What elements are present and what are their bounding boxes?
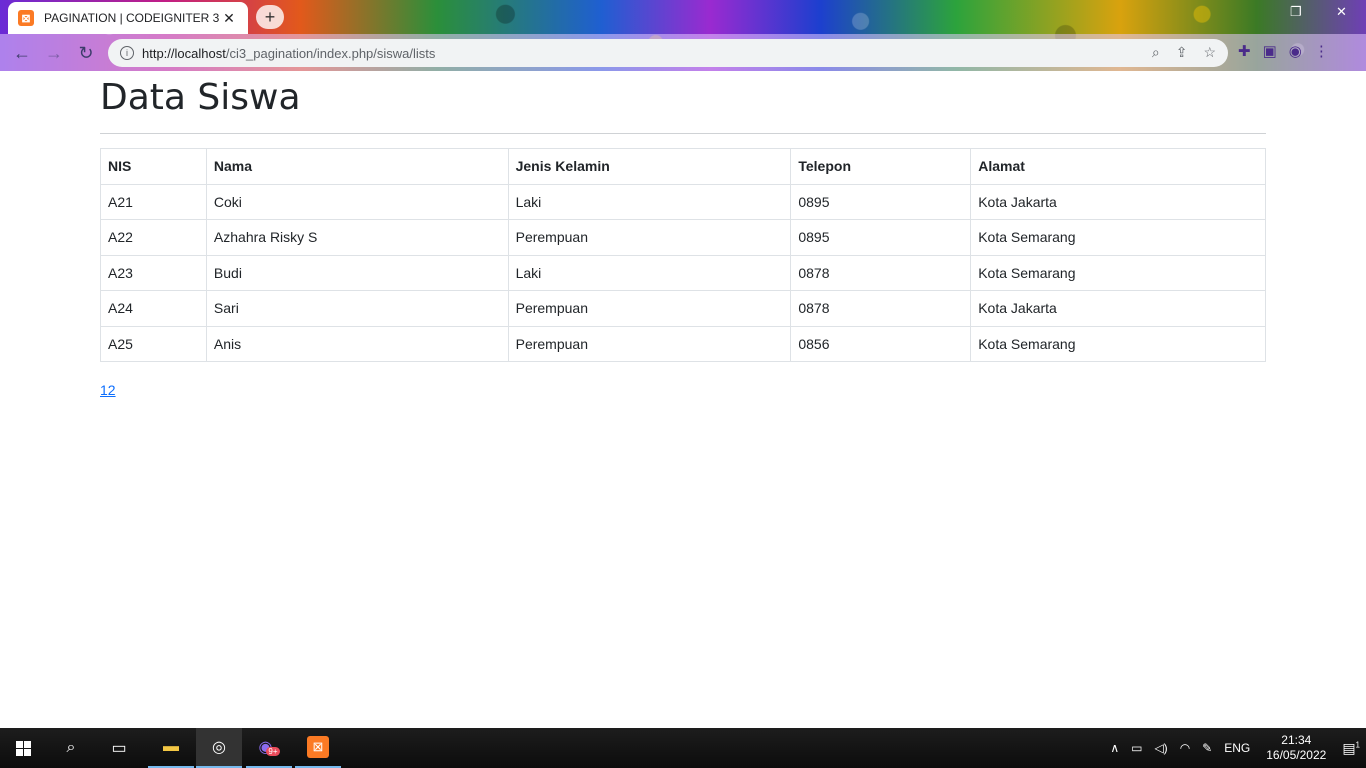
pagination: 12 [100, 382, 1266, 398]
url-host: http://localhost [142, 45, 226, 61]
cell-telepon: 0856 [790, 325, 972, 362]
battery-icon[interactable]: ▭ [1131, 741, 1142, 755]
cell-nama: Sari [205, 290, 509, 327]
system-tray: ∧ ▭ ◁) ◠ ✎ ENG 21:34 16/05/2022 ▤1 [1104, 728, 1366, 768]
students-table: NIS Nama Jenis Kelamin Telepon Alamat A2… [100, 148, 1266, 362]
profile-avatar-icon[interactable]: ◉ [1289, 42, 1302, 60]
task-view-icon[interactable]: ▭ [96, 728, 142, 768]
extensions-puzzle-icon[interactable]: ✚ [1238, 42, 1251, 60]
column-header-alamat: Alamat [970, 148, 1266, 185]
url-path: /ci3_pagination/index.php/siswa/lists [225, 45, 436, 61]
volume-icon[interactable]: ◁) [1154, 741, 1167, 755]
cell-nama: Anis [205, 325, 509, 362]
table-row: A24 Sari Perempuan 0878 Kota Jakarta [100, 290, 1266, 327]
cell-telepon: 0878 [790, 290, 972, 327]
cell-nama: Coki [205, 183, 509, 220]
pagination-link[interactable]: 12 [100, 382, 116, 398]
windows-logo-icon [15, 740, 31, 756]
restore-window-icon[interactable]: ❐ [1290, 4, 1302, 20]
cell-alamat: Kota Semarang [970, 254, 1266, 291]
file-explorer-icon[interactable]: ▬ [148, 728, 194, 768]
new-tab-button[interactable]: + [256, 5, 284, 29]
clock-date: 16/05/2022 [1266, 748, 1327, 762]
cell-alamat: Kota Semarang [970, 325, 1266, 362]
bookmark-star-icon[interactable]: ☆ [1203, 44, 1216, 61]
browser-tab[interactable]: ⊠ PAGINATION | CODEIGNITER 3 ✕ [8, 2, 248, 34]
close-tab-icon[interactable]: ✕ [220, 10, 238, 27]
pen-icon[interactable]: ✎ [1202, 741, 1212, 755]
title-divider [100, 133, 1266, 134]
windows-taskbar: ⌕ ▭ ▬ ◎ ◉ 9+ ⊠ ∧ ▭ ◁) ◠ ✎ ENG 21:34 16/05… [0, 728, 1366, 768]
cell-jenis-kelamin: Laki [507, 254, 792, 291]
cell-alamat: Kota Jakarta [970, 290, 1266, 327]
table-row: A23 Budi Laki 0878 Kota Semarang [100, 254, 1266, 291]
show-hidden-icons-chevron-icon[interactable]: ∧ [1110, 741, 1119, 755]
cell-nis: A21 [100, 183, 207, 220]
column-header-jenis-kelamin: Jenis Kelamin [507, 148, 792, 185]
table-row: A21 Coki Laki 0895 Kota Jakarta [100, 183, 1266, 220]
share-icon[interactable]: ⇪ [1176, 44, 1188, 61]
cell-nis: A24 [100, 290, 207, 327]
cell-telepon: 0895 [790, 219, 972, 256]
table-header-row: NIS Nama Jenis Kelamin Telepon Alamat [100, 148, 1266, 185]
xampp-favicon-icon: ⊠ [18, 10, 34, 26]
notification-center-icon[interactable]: ▤1 [1342, 740, 1360, 757]
clock[interactable]: 21:34 16/05/2022 [1266, 733, 1326, 763]
language-indicator[interactable]: ENG [1224, 741, 1250, 755]
cell-jenis-kelamin: Laki [507, 183, 792, 220]
xampp-taskbar-icon[interactable]: ⊠ [295, 728, 341, 768]
search-icon[interactable]: ⌕ [48, 728, 94, 768]
clock-time: 21:34 [1281, 733, 1312, 747]
forward-icon[interactable]: → [42, 41, 66, 65]
site-info-icon[interactable]: i [120, 46, 134, 60]
cell-jenis-kelamin: Perempuan [507, 325, 792, 362]
reload-icon[interactable]: ↻ [74, 41, 98, 65]
wifi-icon[interactable]: ◠ [1180, 741, 1190, 755]
cell-nama: Budi [205, 254, 509, 291]
cell-telepon: 0895 [790, 183, 972, 220]
zoom-icon[interactable]: ⌕ [1152, 44, 1160, 61]
back-icon[interactable]: ← [10, 41, 34, 65]
tab-title: PAGINATION | CODEIGNITER 3 [44, 11, 220, 25]
cell-nama: Azhahra Risky S [205, 219, 509, 256]
column-header-nis: NIS [100, 148, 207, 185]
cell-nis: A23 [100, 254, 207, 291]
messenger-badge: 9+ [266, 746, 280, 756]
cell-alamat: Kota Jakarta [970, 183, 1266, 220]
chrome-taskbar-icon[interactable]: ◎ [196, 728, 242, 768]
column-header-nama: Nama [205, 148, 509, 185]
page-title: Data Siswa [100, 77, 301, 118]
cell-alamat: Kota Semarang [970, 219, 1266, 256]
table-row: A25 Anis Perempuan 0856 Kota Semarang [100, 325, 1266, 362]
cell-nis: A25 [100, 325, 207, 362]
cell-telepon: 0878 [790, 254, 972, 291]
cell-jenis-kelamin: Perempuan [507, 219, 792, 256]
cell-nis: A22 [100, 219, 207, 256]
browser-chrome: ⊠ PAGINATION | CODEIGNITER 3 ✕ + ❐ ✕ ← →… [0, 0, 1366, 71]
column-header-telepon: Telepon [790, 148, 972, 185]
notification-count: 1 [1355, 739, 1360, 749]
messenger-taskbar-icon[interactable]: ◉ 9+ [246, 728, 292, 768]
table-row: A22 Azhahra Risky S Perempuan 0895 Kota … [100, 219, 1266, 256]
start-button[interactable] [0, 728, 46, 768]
page-content: Data Siswa NIS Nama Jenis Kelamin Telepo… [100, 71, 1266, 398]
side-panel-icon[interactable]: ▣ [1263, 42, 1277, 60]
cell-jenis-kelamin: Perempuan [507, 290, 792, 327]
close-window-icon[interactable]: ✕ [1336, 4, 1347, 20]
browser-toolbar: ← → ↻ i http://localhost/ci3_pagination/… [0, 34, 1366, 71]
more-menu-icon[interactable]: ⋮ [1314, 42, 1329, 60]
address-bar[interactable]: i http://localhost/ci3_pagination/index.… [108, 39, 1228, 67]
